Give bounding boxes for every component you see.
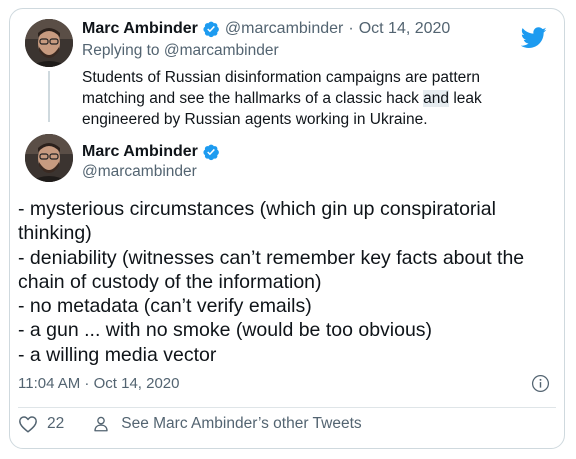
info-icon[interactable] bbox=[531, 374, 550, 393]
tweet-line: - deniability (witnesses can’t remember … bbox=[18, 246, 525, 269]
divider bbox=[18, 407, 556, 408]
quoted-author-handle[interactable]: @marcambinder bbox=[225, 19, 344, 39]
main-author-row: Marc Ambinder bbox=[82, 142, 225, 162]
main-author-name[interactable]: Marc Ambinder bbox=[82, 142, 198, 162]
main-tweet-text: - mysterious circumstances (which gin up… bbox=[18, 197, 548, 367]
replying-to-label[interactable]: Replying to @marcambinder bbox=[82, 42, 279, 60]
see-other-tweets-link[interactable]: See Marc Ambinder’s other Tweets bbox=[121, 415, 361, 433]
heart-icon[interactable] bbox=[18, 415, 38, 433]
quoted-author-row: Marc Ambinder @marcambinder · Oct 14, 20… bbox=[82, 19, 450, 39]
quoted-author-name[interactable]: Marc Ambinder bbox=[82, 19, 198, 39]
verified-badge-icon bbox=[203, 21, 219, 38]
person-icon bbox=[94, 416, 108, 432]
avatar-photo bbox=[25, 19, 73, 67]
like-count[interactable]: 22 bbox=[47, 415, 64, 433]
verified-badge-icon bbox=[203, 144, 219, 161]
twitter-logo-icon[interactable] bbox=[521, 27, 547, 49]
main-author-handle[interactable]: @marcambinder bbox=[82, 163, 197, 181]
quoted-text-part: Students of Russian disinformation campa… bbox=[82, 69, 481, 107]
highlighted-word: and bbox=[423, 90, 450, 107]
tweet-actions: 22 See Marc Ambinder’s other Tweets bbox=[18, 415, 362, 433]
tweet-line: - a willing media vector bbox=[18, 343, 217, 366]
tweet-line: - a gun ... with no smoke (would be too … bbox=[18, 319, 433, 342]
thread-connector-line bbox=[48, 71, 50, 122]
quoted-tweet-text: Students of Russian disinformation campa… bbox=[82, 67, 542, 130]
quoted-tweet-date[interactable]: Oct 14, 2020 bbox=[359, 19, 451, 39]
tweet-timestamp[interactable]: 11:04 AM · Oct 14, 2020 bbox=[18, 375, 179, 392]
tweet-line: - mysterious circumstances (which gin up… bbox=[18, 198, 496, 220]
embedded-tweet-card: Marc Ambinder @marcambinder · Oct 14, 20… bbox=[9, 8, 565, 449]
avatar-photo bbox=[25, 134, 73, 182]
tweet-line: chain of custody of the information) bbox=[18, 270, 322, 293]
tweet-line: - no metadata (can’t verify emails) bbox=[18, 295, 312, 318]
tweet-line: thinking) bbox=[18, 222, 92, 245]
dot-separator: · bbox=[348, 20, 354, 37]
main-author-avatar[interactable] bbox=[25, 134, 73, 182]
quoted-author-avatar[interactable] bbox=[25, 19, 73, 67]
